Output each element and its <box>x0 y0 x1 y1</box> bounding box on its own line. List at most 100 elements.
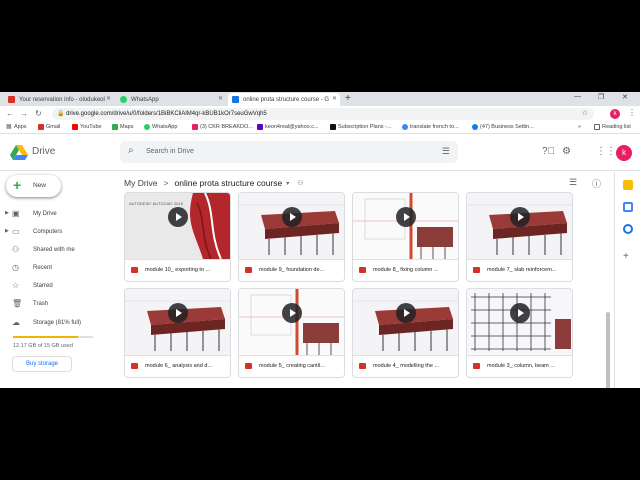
star-icon: ☆ <box>12 281 20 290</box>
bookmark-youtube[interactable]: YouTube <box>72 124 102 130</box>
play-icon[interactable] <box>168 303 188 323</box>
storage-label[interactable]: Storage (81% full) <box>33 320 81 326</box>
drive-title[interactable]: Drive <box>32 146 55 157</box>
file-card[interactable]: module 6_ analysis and d... <box>124 288 231 378</box>
scrollbar-thumb[interactable] <box>606 312 610 388</box>
file-thumbnail[interactable] <box>353 289 458 355</box>
sidebar-item-shared[interactable]: ⚇ Shared with me <box>0 242 112 258</box>
file-card[interactable]: module 4_ modelling the ... <box>352 288 459 378</box>
settings-gear-icon[interactable]: ⚙ <box>562 146 571 157</box>
bookmark-apps[interactable]: ▦ Apps <box>6 124 27 130</box>
file-thumbnail[interactable]: AUTODESK' AUTOCAD' 2016 <box>125 193 230 259</box>
search-bar[interactable]: ⌕ Search in Drive ☰ <box>120 141 458 163</box>
play-icon[interactable] <box>282 207 302 227</box>
search-icon[interactable]: ⌕ <box>128 145 134 156</box>
more-bookmarks-icon[interactable]: » <box>578 124 581 130</box>
file-card[interactable]: module 8_ fixing column ... <box>352 192 459 282</box>
sidebar-item-label: My Drive <box>33 211 57 217</box>
file-caption: module 3_ column, beam ... <box>467 355 572 377</box>
breadcrumb-current[interactable]: online prota structure course <box>175 178 283 188</box>
bookmark-subscription[interactable]: Subscription Plans -... <box>330 124 392 130</box>
bookmark-business[interactable]: (47) Business Settin... <box>472 124 534 130</box>
tab-drive[interactable]: online prota structure course - G ✕ <box>228 93 340 106</box>
sidebar-item-trash[interactable]: 🗑 Trash <box>0 296 112 312</box>
account-avatar[interactable]: k <box>616 145 632 161</box>
url-bar[interactable]: 🔒 drive.google.com/drive/u/0/folders/1Bi… <box>52 108 594 120</box>
sidebar-item-computers[interactable]: ▶ ▭ Computers <box>0 224 112 240</box>
file-card[interactable]: module 7_ slab reinforcem... <box>466 192 573 282</box>
restore-icon[interactable]: ❐ <box>598 93 604 101</box>
chevron-down-icon[interactable]: ▾ <box>286 180 289 187</box>
close-icon[interactable]: ✕ <box>332 95 337 102</box>
sidebar-item-label: Shared with me <box>33 247 75 253</box>
shared-folder-icon[interactable]: ⚇ <box>297 179 303 187</box>
video-file-icon <box>131 363 138 369</box>
back-icon[interactable]: ← <box>6 109 14 118</box>
close-window-icon[interactable]: ✕ <box>622 93 628 101</box>
file-card[interactable]: module 5_ creating cantil... <box>238 288 345 378</box>
add-addon-icon[interactable]: + <box>623 252 633 262</box>
bookmark-gmail[interactable]: Gmail <box>38 124 60 130</box>
bookmark-whatsapp[interactable]: WhatsApp <box>144 124 177 130</box>
new-tab-button[interactable]: + <box>345 93 351 104</box>
file-thumbnail[interactable] <box>239 289 344 355</box>
breadcrumb-root[interactable]: My Drive <box>124 178 158 188</box>
sidebar-item-label: Starred <box>33 283 53 289</box>
bookmark-translate[interactable]: translate french to... <box>402 124 459 130</box>
bookmark-ckr[interactable]: (3) CKR BREAKDO... <box>192 124 253 130</box>
bookmark-maps[interactable]: Maps <box>112 124 133 130</box>
file-thumbnail[interactable] <box>125 289 230 355</box>
buy-storage-button[interactable]: Buy storage <box>12 356 72 372</box>
calendar-icon[interactable] <box>623 202 633 212</box>
browser-profile-avatar[interactable]: k <box>610 109 620 119</box>
reload-icon[interactable]: ↻ <box>35 109 42 118</box>
new-button[interactable]: + New <box>6 175 61 197</box>
scrollbar[interactable] <box>606 192 610 388</box>
close-icon[interactable]: ✕ <box>218 95 223 102</box>
tasks-icon[interactable] <box>623 224 633 234</box>
play-icon[interactable] <box>510 207 530 227</box>
sidebar-item-recent[interactable]: ◷ Recent <box>0 260 112 276</box>
search-options-icon[interactable]: ☰ <box>442 146 450 157</box>
minimize-icon[interactable]: — <box>574 93 581 100</box>
file-card[interactable]: module 3_ column, beam ... <box>466 288 573 378</box>
more-vert-icon[interactable]: ⋮ <box>628 108 636 117</box>
search-input[interactable]: Search in Drive <box>146 148 194 155</box>
keep-icon[interactable] <box>623 180 633 190</box>
tab-whatsapp[interactable]: WhatsApp ✕ <box>116 93 226 106</box>
thumbnail-caption: AUTODESK' AUTOCAD' 2016 <box>129 201 183 206</box>
help-icon[interactable]: ?⃝ <box>542 146 555 157</box>
sidebar-item-my-drive[interactable]: ▶ ▣ My Drive <box>0 206 112 222</box>
file-card[interactable]: module 9_ foundation de... <box>238 192 345 282</box>
reading-list-button[interactable]: Reading list <box>594 124 631 130</box>
url-text: drive.google.com/drive/u/0/folders/1BiBK… <box>66 111 267 117</box>
file-thumbnail[interactable] <box>467 289 572 355</box>
whatsapp-favicon-icon <box>120 96 127 103</box>
plus-icon: + <box>13 177 22 193</box>
drive-favicon-icon <box>232 96 239 103</box>
play-icon[interactable] <box>282 303 302 323</box>
drive-logo-icon[interactable] <box>10 145 28 161</box>
video-file-icon <box>131 267 138 273</box>
apps-grid-icon: ▦ <box>6 124 12 130</box>
play-icon[interactable] <box>396 303 416 323</box>
breadcrumb-separator: > <box>163 178 169 188</box>
list-view-icon[interactable]: ☰ <box>569 177 577 188</box>
bookmark-yahoo[interactable]: keon4real@yahoo.c... <box>257 124 319 130</box>
info-icon[interactable]: ⓘ <box>592 177 601 190</box>
tab-reservation[interactable]: Your reservation info - olodukeol ✕ <box>4 93 114 106</box>
bookmark-star-icon[interactable]: ☆ <box>582 108 588 120</box>
file-thumbnail[interactable] <box>239 193 344 259</box>
expand-caret-icon[interactable]: ▶ <box>5 210 9 216</box>
sidebar-item-starred[interactable]: ☆ Starred <box>0 278 112 294</box>
play-icon[interactable] <box>396 207 416 227</box>
forward-icon[interactable]: → <box>20 109 28 118</box>
play-icon[interactable] <box>510 303 530 323</box>
file-card[interactable]: AUTODESK' AUTOCAD' 2016 module 10_ export… <box>124 192 231 282</box>
file-thumbnail[interactable] <box>467 193 572 259</box>
close-icon[interactable]: ✕ <box>106 95 111 102</box>
expand-caret-icon[interactable]: ▶ <box>5 228 9 234</box>
file-thumbnail[interactable] <box>353 193 458 259</box>
play-icon[interactable] <box>168 207 188 227</box>
cloud-icon: ☁ <box>12 318 20 327</box>
